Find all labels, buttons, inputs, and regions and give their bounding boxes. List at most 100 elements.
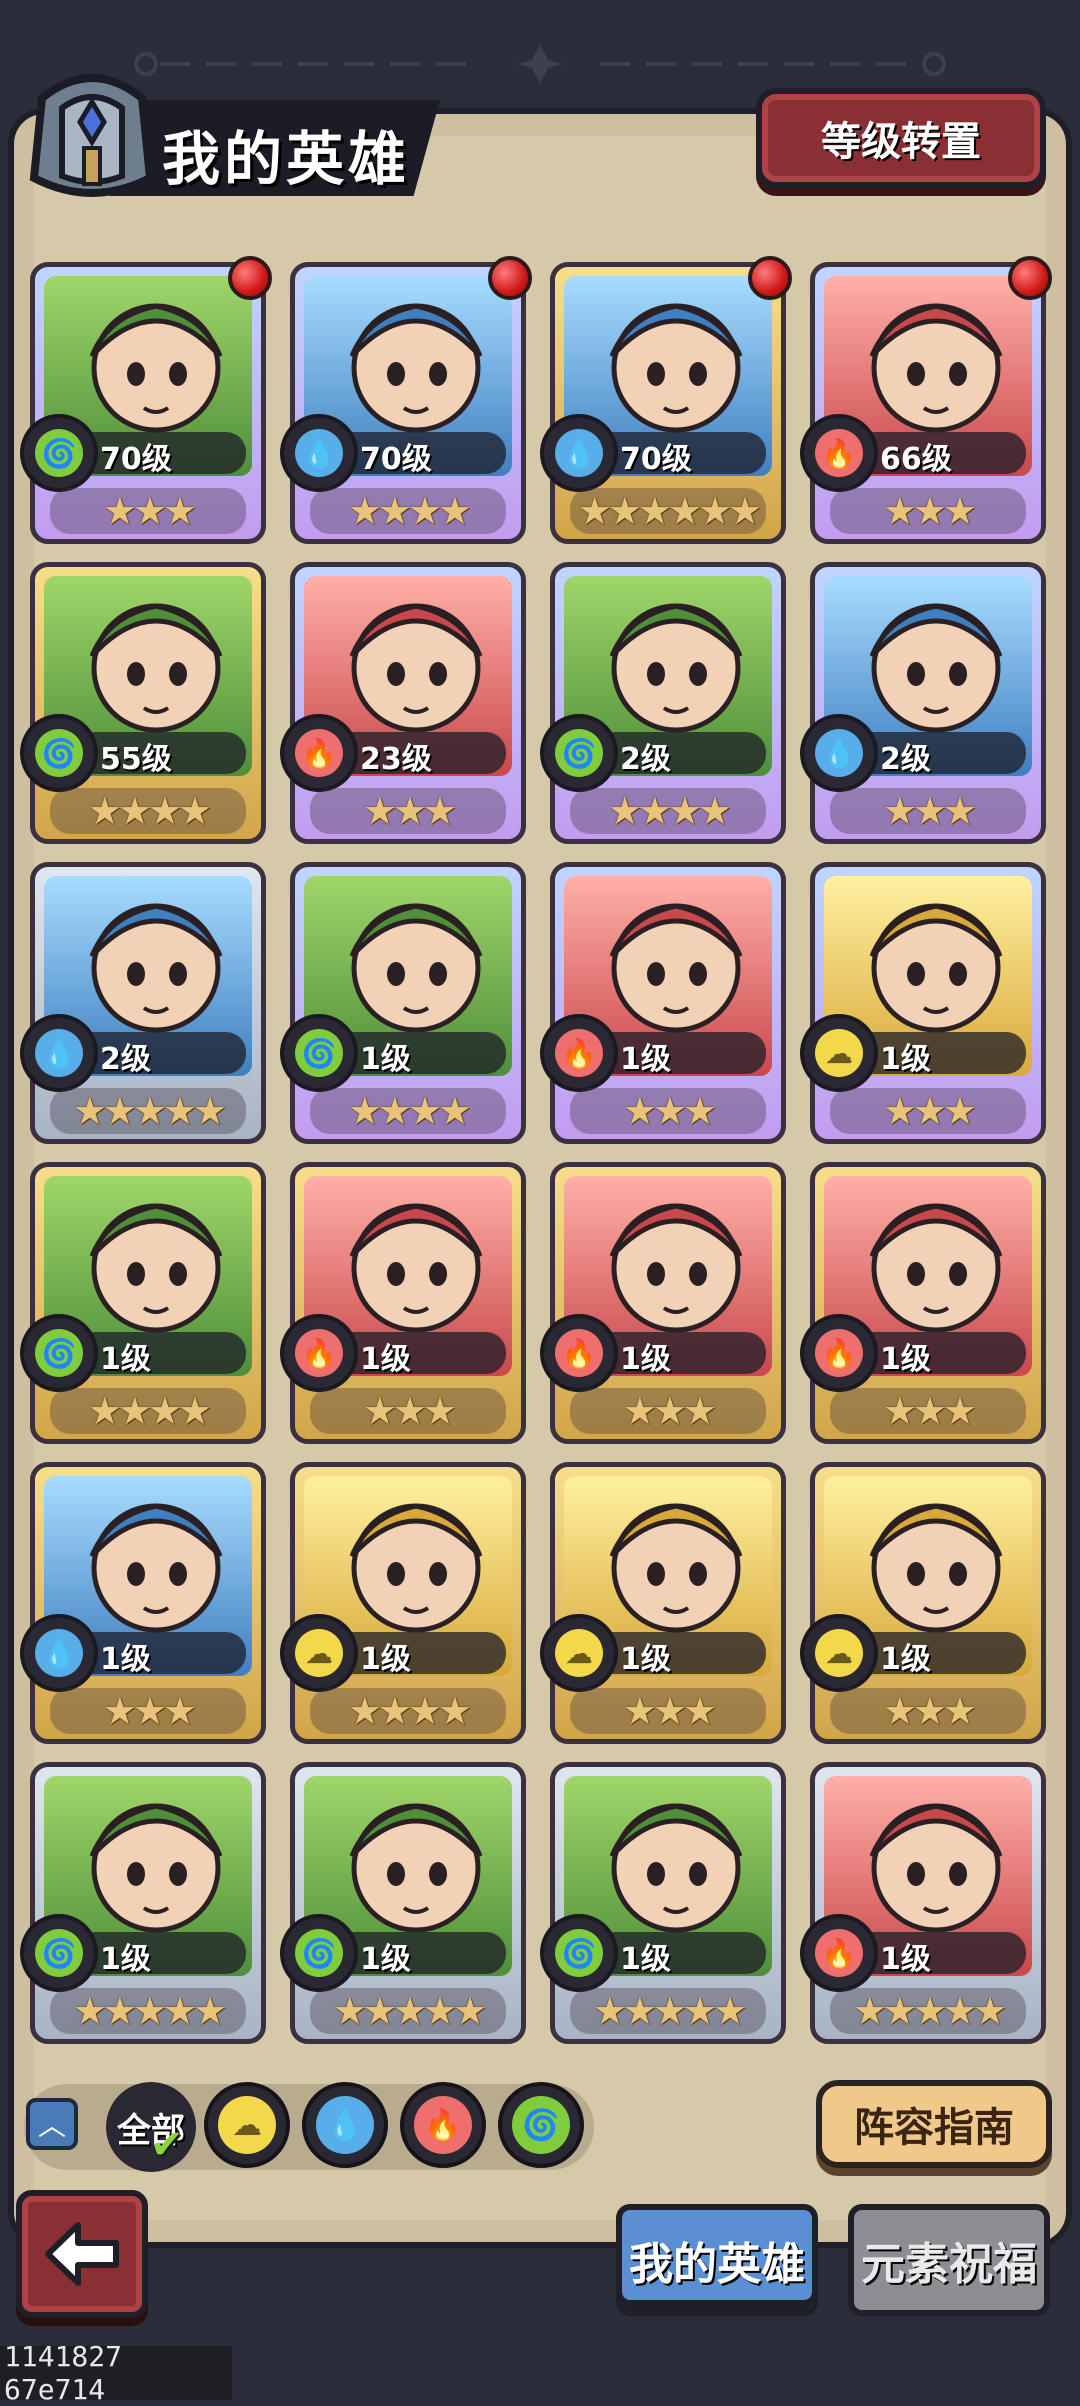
hero-level: 2级 xyxy=(100,1042,151,1077)
hero-card[interactable]: 1级 🌀 ★★★★ xyxy=(280,862,526,1144)
water-element-icon: 💧 xyxy=(20,1014,98,1092)
hero-level: 66级 xyxy=(880,442,952,477)
star-rating: ★★★ xyxy=(570,1088,766,1134)
hero-card[interactable]: 1级 💧 ★★★ xyxy=(20,1462,266,1744)
star-rating: ★★★ xyxy=(570,1688,766,1734)
light-element-icon: ☁ xyxy=(800,1014,878,1092)
new-notification-dot xyxy=(1008,256,1052,300)
tab-element-blessing[interactable]: 元素祝福 xyxy=(848,2204,1050,2316)
star-rating: ★★★★ xyxy=(310,1688,506,1734)
nature-element-icon: 🌀 xyxy=(280,1914,358,1992)
star-rating: ★★★ xyxy=(570,1388,766,1434)
star-rating: ★★★★ xyxy=(310,488,506,534)
star-rating: ★★★★★ xyxy=(50,1988,246,2034)
nature-element-icon: 🌀 xyxy=(540,1914,618,1992)
fire-element-icon: 🔥 xyxy=(414,2096,472,2154)
hero-card[interactable]: 1级 🔥 ★★★ xyxy=(280,1162,526,1444)
lineup-guide-button[interactable]: 阵容指南 xyxy=(816,2080,1052,2168)
hero-card[interactable]: 2级 💧 ★★★★★ xyxy=(20,862,266,1144)
hero-level: 1级 xyxy=(620,1642,671,1677)
back-arrow-icon xyxy=(45,2222,119,2286)
new-notification-dot xyxy=(488,256,532,300)
fire-element-icon: 🔥 xyxy=(800,414,878,492)
fire-element-icon: 🔥 xyxy=(800,1314,878,1392)
hero-card[interactable]: 66级 🔥 ★★★ xyxy=(800,256,1052,544)
hero-level: 1级 xyxy=(620,1342,671,1377)
chevron-up-icon: ︿ xyxy=(37,2109,66,2142)
light-element-icon: ☁ xyxy=(218,2096,276,2154)
hero-card[interactable]: 55级 🌀 ★★★★ xyxy=(20,562,266,844)
hero-level: 70级 xyxy=(100,442,172,477)
water-element-icon: 💧 xyxy=(280,414,358,492)
hero-level: 55级 xyxy=(100,742,172,777)
fire-element-icon: 🔥 xyxy=(280,714,358,792)
filter-water-button[interactable]: 💧 xyxy=(302,2082,388,2168)
hero-card[interactable]: 23级 🔥 ★★★ xyxy=(280,562,526,844)
filter-nature-button[interactable]: 🌀 xyxy=(498,2082,584,2168)
hero-level: 1级 xyxy=(100,1342,151,1377)
nature-element-icon: 🌀 xyxy=(20,714,98,792)
hero-card[interactable]: 1级 ☁ ★★★ xyxy=(800,862,1046,1144)
hero-level: 23级 xyxy=(360,742,432,777)
hero-card[interactable]: 1级 🌀 ★★★★★ xyxy=(280,1762,526,2044)
star-rating: ★★★★ xyxy=(50,788,246,834)
hero-card[interactable]: 1级 🌀 ★★★★★ xyxy=(540,1762,786,2044)
star-rating: ★★★★ xyxy=(310,1088,506,1134)
star-rating: ★★★ xyxy=(310,788,506,834)
hero-level: 1级 xyxy=(100,1942,151,1977)
hero-card[interactable]: 1级 🔥 ★★★ xyxy=(540,1162,786,1444)
nature-element-icon: 🌀 xyxy=(540,714,618,792)
hero-card[interactable]: 1级 🌀 ★★★★★ xyxy=(20,1762,266,2044)
tab-my-heroes[interactable]: 我的英雄 xyxy=(616,2204,818,2316)
hero-card[interactable]: 70级 💧 ★★★★★★ xyxy=(540,256,792,544)
star-rating: ★★★★ xyxy=(50,1388,246,1434)
hero-card[interactable]: 70级 🌀 ★★★ xyxy=(20,256,272,544)
fire-element-icon: 🔥 xyxy=(800,1914,878,1992)
hero-card[interactable]: 2级 💧 ★★★ xyxy=(800,562,1046,844)
hero-level: 1级 xyxy=(620,1942,671,1977)
hero-level: 70级 xyxy=(620,442,692,477)
hero-level: 2级 xyxy=(880,742,931,777)
hero-card[interactable]: 1级 ☁ ★★★★ xyxy=(280,1462,526,1744)
nature-element-icon: 🌀 xyxy=(280,1014,358,1092)
filter-fire-button[interactable]: 🔥 xyxy=(400,2082,486,2168)
nature-element-icon: 🌀 xyxy=(20,1914,98,1992)
hero-card[interactable]: 1级 🌀 ★★★★ xyxy=(20,1162,266,1444)
back-button[interactable] xyxy=(16,2190,148,2318)
hero-level: 2级 xyxy=(620,742,671,777)
hero-level: 1级 xyxy=(620,1042,671,1077)
page-title: 我的英雄 xyxy=(162,125,411,193)
star-rating: ★★★★ xyxy=(570,788,766,834)
hero-level: 1级 xyxy=(100,1642,151,1677)
star-rating: ★★★★★ xyxy=(570,1988,766,2034)
hero-level: 1级 xyxy=(360,1942,411,1977)
hero-card[interactable]: 1级 🔥 ★★★ xyxy=(540,862,786,1144)
hero-card[interactable]: 1级 ☁ ★★★ xyxy=(800,1462,1046,1744)
check-icon: ✔ xyxy=(150,2122,184,2168)
nature-element-icon: 🌀 xyxy=(512,2096,570,2154)
hero-level: 70级 xyxy=(360,442,432,477)
collapse-button[interactable]: ︿ xyxy=(26,2098,78,2150)
fire-element-icon: 🔥 xyxy=(280,1314,358,1392)
hero-card[interactable]: 70级 💧 ★★★★ xyxy=(280,256,532,544)
light-element-icon: ☁ xyxy=(280,1614,358,1692)
star-rating: ★★★ xyxy=(830,488,1026,534)
star-rating: ★★★ xyxy=(830,1388,1026,1434)
nature-element-icon: 🌀 xyxy=(20,414,98,492)
hero-card[interactable]: 2级 🌀 ★★★★ xyxy=(540,562,786,844)
hero-level: 1级 xyxy=(360,1042,411,1077)
star-rating: ★★★★★ xyxy=(50,1088,246,1134)
nature-element-icon: 🌀 xyxy=(20,1314,98,1392)
light-element-icon: ☁ xyxy=(540,1614,618,1692)
star-rating: ★★★★★ xyxy=(830,1988,1026,2034)
hero-card[interactable]: 1级 🔥 ★★★ xyxy=(800,1162,1046,1444)
hero-level: 1级 xyxy=(360,1642,411,1677)
filter-light-button[interactable]: ☁ xyxy=(204,2082,290,2168)
hero-card[interactable]: 1级 🔥 ★★★★★ xyxy=(800,1762,1046,2044)
hero-card[interactable]: 1级 ☁ ★★★ xyxy=(540,1462,786,1744)
fire-element-icon: 🔥 xyxy=(540,1314,618,1392)
star-rating: ★★★ xyxy=(50,488,246,534)
hero-level: 1级 xyxy=(880,1042,931,1077)
star-rating: ★★★ xyxy=(830,1088,1026,1134)
level-transfer-button[interactable]: 等级转置 xyxy=(756,88,1046,188)
